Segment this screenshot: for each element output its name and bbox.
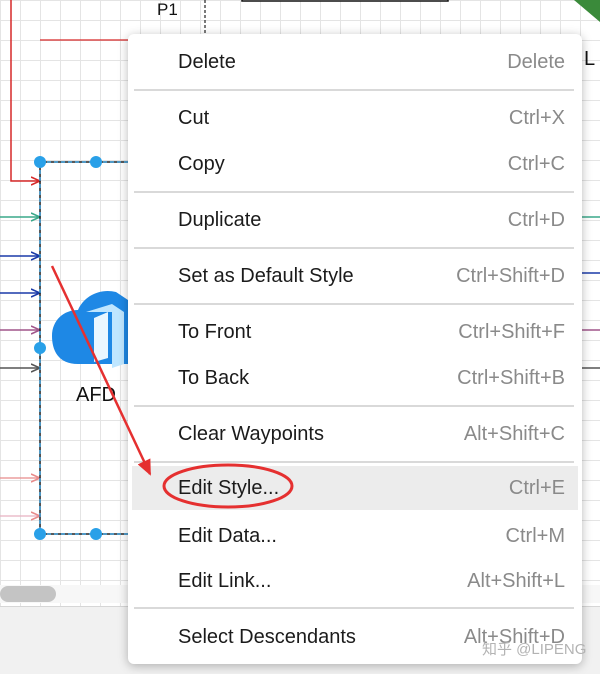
menu-item-edit-link[interactable]: Edit Link... Alt+Shift+L — [132, 559, 578, 603]
menu-separator — [134, 405, 574, 407]
menu-item-label: Edit Data... — [178, 525, 277, 547]
menu-separator — [134, 607, 574, 609]
red-connector — [10, 0, 40, 181]
menu-item-set-default-style[interactable]: Set as Default Style Ctrl+Shift+D — [132, 254, 578, 298]
menu-item-label: To Front — [178, 321, 252, 343]
azure-front-door-icon — [52, 290, 128, 368]
menu-item-delete[interactable]: Delete Delete — [132, 40, 578, 84]
menu-item-label: Copy — [178, 153, 225, 175]
watermark: 知乎 @LIPENG — [482, 641, 587, 658]
top-shape — [241, 0, 449, 2]
green-corner-shape — [574, 0, 600, 22]
menu-item-edit-style[interactable]: Edit Style... Ctrl+E — [132, 466, 578, 510]
menu-separator — [134, 461, 574, 463]
menu-item-shortcut: Ctrl+M — [505, 525, 565, 547]
menu-item-label: Clear Waypoints — [178, 423, 324, 445]
menu-item-shortcut: Alt+Shift+L — [467, 570, 565, 592]
menu-item-label: Edit Link... — [178, 570, 272, 592]
menu-item-shortcut: Ctrl+D — [507, 209, 565, 231]
menu-item-label: Duplicate — [178, 209, 262, 231]
menu-item-copy[interactable]: Copy Ctrl+C — [132, 142, 578, 186]
menu-item-shortcut: Ctrl+E — [508, 477, 565, 499]
menu-separator — [134, 247, 574, 249]
menu-item-clear-waypoints[interactable]: Clear Waypoints Alt+Shift+C — [132, 412, 578, 456]
menu-item-shortcut: Ctrl+Shift+F — [458, 321, 565, 343]
partial-label: L — [584, 48, 596, 70]
menu-item-to-front[interactable]: To Front Ctrl+Shift+F — [132, 310, 578, 354]
context-menu: Delete Delete Cut Ctrl+X Copy Ctrl+C Dup… — [128, 34, 582, 664]
menu-item-shortcut: Alt+Shift+C — [463, 423, 565, 445]
menu-item-label: Delete — [178, 51, 236, 73]
menu-item-shortcut: Ctrl+X — [508, 107, 565, 129]
menu-item-shortcut: Ctrl+Shift+B — [457, 367, 565, 389]
menu-item-edit-data[interactable]: Edit Data... Ctrl+M — [132, 514, 578, 558]
menu-item-label: Select Descendants — [178, 626, 356, 648]
menu-item-cut[interactable]: Cut Ctrl+X — [132, 96, 578, 140]
menu-separator — [134, 89, 574, 91]
menu-item-label: To Back — [178, 367, 250, 389]
menu-item-label: Edit Style... — [178, 477, 280, 499]
menu-item-shortcut: Ctrl+C — [507, 153, 565, 175]
menu-separator — [134, 191, 574, 193]
afd-label: AFD — [76, 384, 116, 406]
menu-item-shortcut: Delete — [507, 51, 565, 73]
menu-item-to-back[interactable]: To Back Ctrl+Shift+B — [132, 356, 578, 400]
menu-item-duplicate[interactable]: Duplicate Ctrl+D — [132, 198, 578, 242]
horizontal-scrollbar-thumb[interactable] — [0, 586, 56, 602]
menu-item-label: Cut — [178, 107, 210, 129]
menu-item-label: Set as Default Style — [178, 265, 354, 287]
menu-separator — [134, 303, 574, 305]
menu-item-shortcut: Ctrl+Shift+D — [456, 265, 565, 287]
p1-label: P1 — [157, 0, 178, 19]
